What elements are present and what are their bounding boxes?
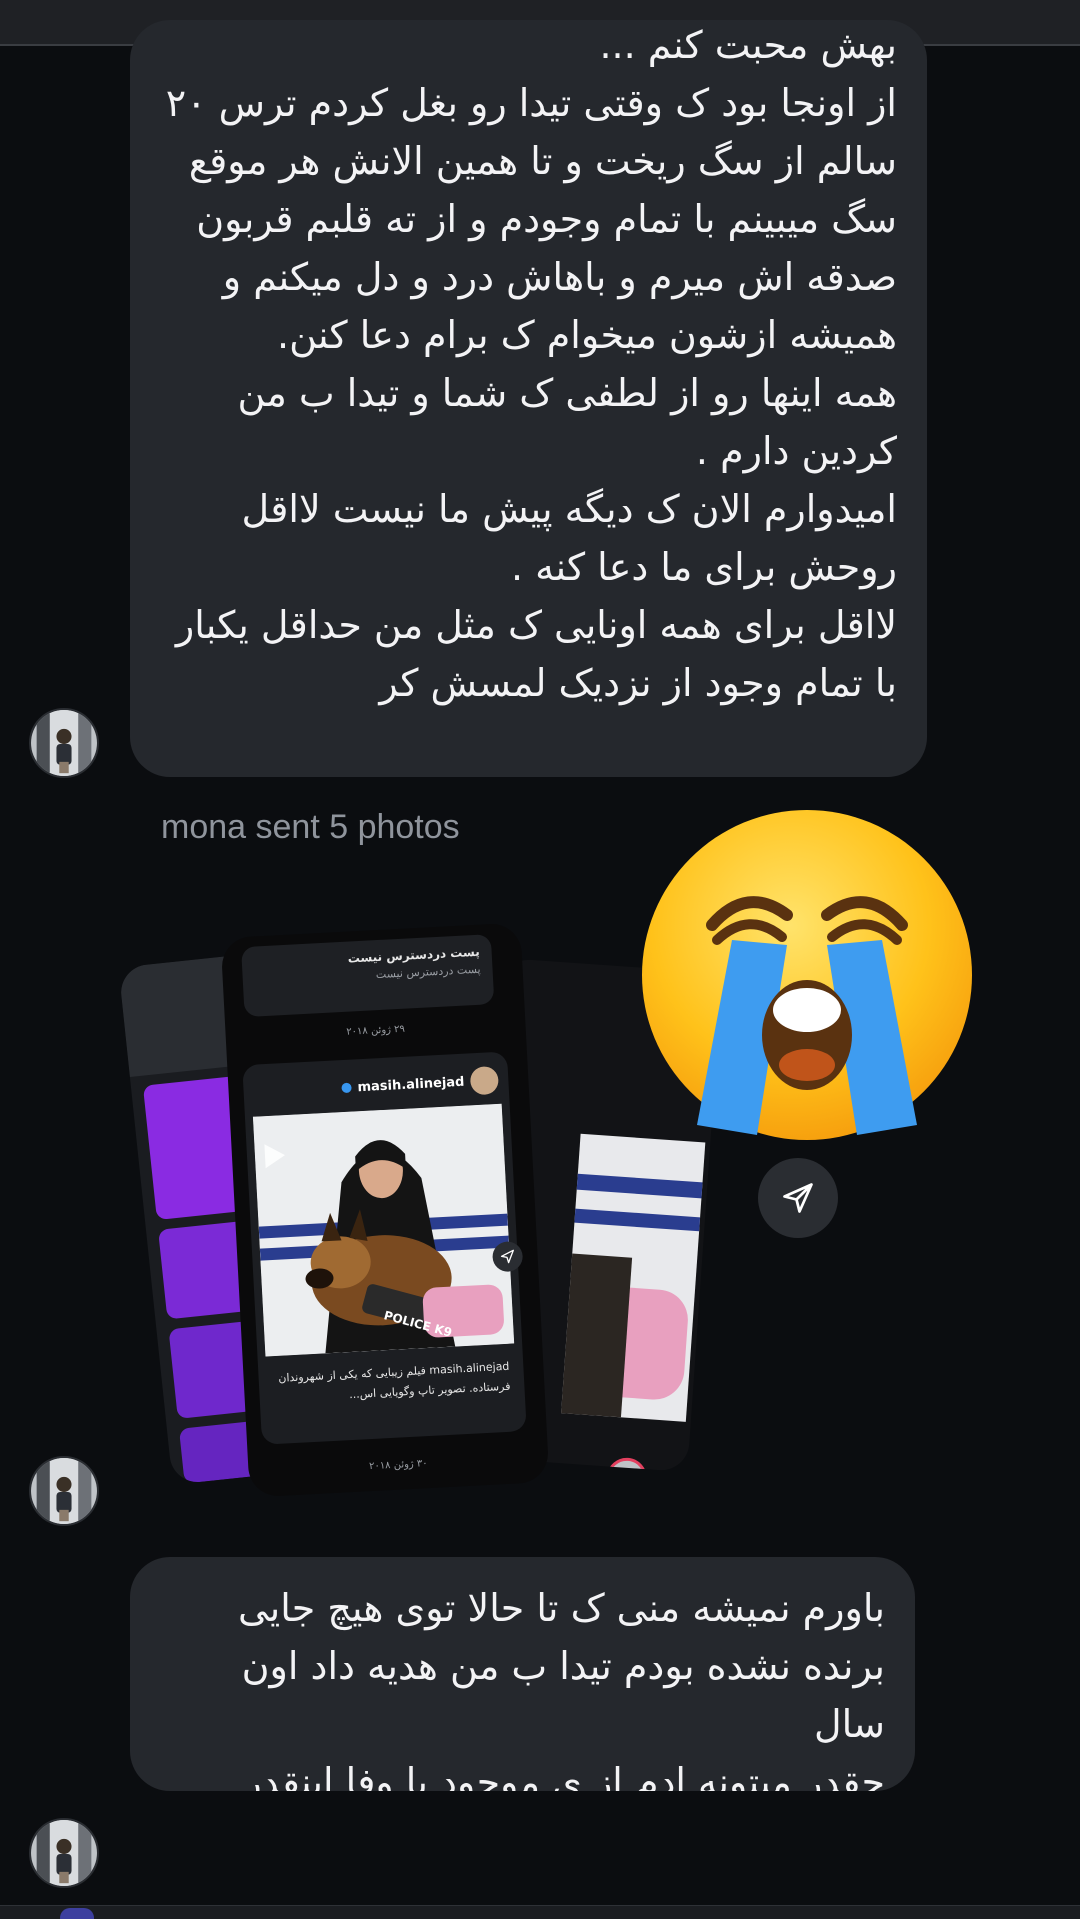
verified-badge-icon [341,1082,352,1094]
avatar[interactable] [29,708,99,778]
message-line: همه اینها رو از لطفی ک شما و تیدا ب من ک… [237,371,897,473]
message-line: امیدوارم الان ک دیگه پیش ما نیست لااقل ر… [241,487,897,589]
post-date: ۳۰ ژوئن ۲۰۱۸ [368,1458,428,1473]
message-bubble[interactable]: بهش محبت کنم ... از اونجا بود ک وقتی تید… [130,20,927,777]
avatar[interactable] [29,1818,99,1888]
message-line: باورم نمیشه منی ک تا حالا توی هیچ جایی ب… [237,1586,885,1746]
post-username[interactable]: masih.alinejad [357,1074,465,1095]
share-button[interactable] [758,1158,838,1238]
photo-card-front[interactable]: پست دردسترس نیست پست دردسترس نیست ۲۹ ژوئ… [220,922,550,1498]
loudly-crying-face-icon[interactable] [637,805,977,1145]
post-author-avatar[interactable] [469,1065,500,1096]
message-line: از اونجا بود ک وقتی تیدا رو بغل کردم ترس… [165,81,897,357]
paper-plane-icon [783,1183,813,1213]
post-caption: masih.alinejad فیلم زیبایی که یکی از شهر… [277,1359,511,1402]
send-small-icon[interactable] [491,1240,524,1273]
avatar[interactable] [29,1456,99,1526]
message-bubble[interactable]: باورم نمیشه منی ک تا حالا توی هیچ جایی ب… [130,1557,915,1791]
blue-dot [60,1908,94,1919]
post-image[interactable]: POLICE K9 [252,1103,515,1357]
next-message-edge [0,1905,1080,1919]
message-line: بهش محبت کنم ... [599,23,897,67]
message-line: چقدر میتونه ادم از ی موجود با وفا اینقدر… [243,1760,885,1791]
photo-sent-notice: mona sent 5 photos [161,808,460,846]
message-line: لااقل برای همه اونایی ک مثل من حداقل یکب… [175,603,897,705]
post-date: ۲۹ ژوئن ۲۰۱۸ [346,1023,406,1038]
